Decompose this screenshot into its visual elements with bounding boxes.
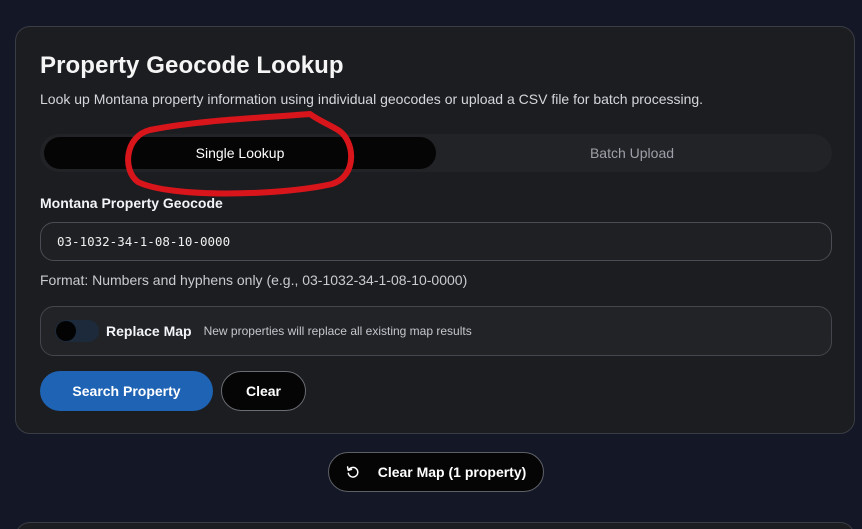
replace-map-option: Replace Map New properties will replace … [40,306,832,356]
card-title: Property Geocode Lookup [40,52,344,79]
toggle-knob [56,321,76,341]
card-description: Look up Montana property information usi… [40,91,704,107]
replace-map-label: Replace Map [106,323,192,339]
clear-map-button[interactable]: Clear Map (1 property) [328,452,544,492]
tab-batch-upload[interactable]: Batch Upload [436,137,828,169]
replace-map-description: New properties will replace all existing… [203,324,472,338]
refresh-icon [346,466,359,478]
clear-map-label: Clear Map (1 property) [377,464,527,480]
geocode-format-hint: Format: Numbers and hyphens only (e.g., … [40,272,468,288]
next-section-card [15,522,855,529]
geocode-input[interactable] [40,222,832,261]
replace-map-toggle[interactable] [55,320,99,342]
lookup-mode-tabs: Single Lookup Batch Upload [40,134,832,172]
geocode-field-label: Montana Property Geocode [40,195,223,211]
page: Property Geocode Lookup Look up Montana … [0,0,862,529]
search-property-button[interactable]: Search Property [40,371,213,411]
clear-button[interactable]: Clear [221,371,306,411]
tab-single-lookup[interactable]: Single Lookup [44,137,436,169]
geocode-lookup-card: Property Geocode Lookup Look up Montana … [15,26,855,434]
